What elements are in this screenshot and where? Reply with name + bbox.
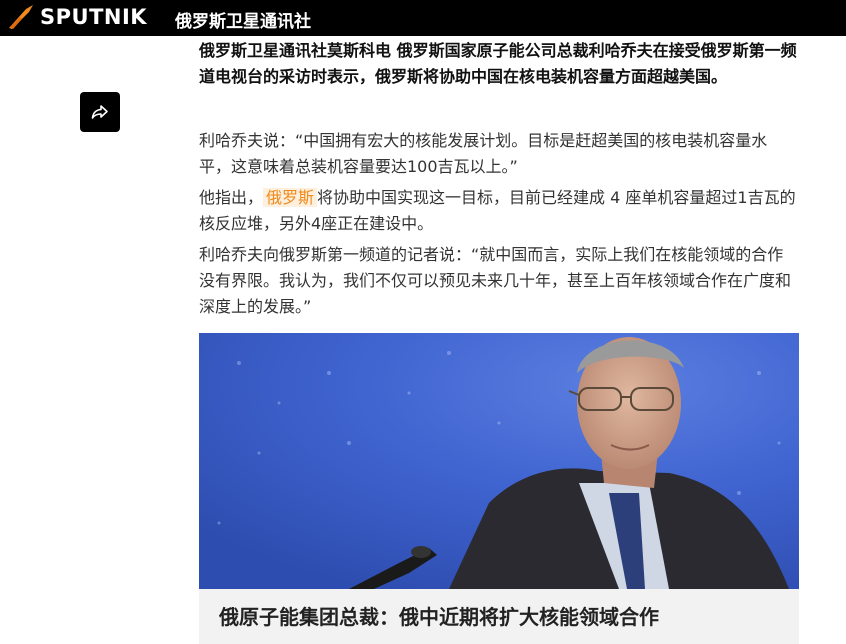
related-article-card[interactable]: 俄原子能集团总裁：俄中近期将扩大核能领域合作: [199, 333, 799, 644]
top-bar: SPUTNIK 俄罗斯卫星通讯社: [0, 0, 846, 36]
paragraph-quote-1: 利哈乔夫说：“中国拥有宏大的核能发展计划。目标是赶超美国的核电装机容量水平，这意…: [199, 131, 768, 176]
paragraph-2-text-start: 他指出，: [199, 188, 264, 207]
share-button[interactable]: [80, 92, 120, 132]
related-article-photo[interactable]: [199, 333, 799, 589]
paragraph-2: 他指出， 俄罗斯 将协助中国实现这一目标，目前已经建成 4 座单机容量超过1吉瓦的核…: [199, 185, 799, 237]
article-lead: 俄罗斯卫星通讯社莫斯科电 俄罗斯国家原子能公司总裁利哈乔夫在接受俄罗斯第一频道电…: [199, 41, 797, 86]
share-icon: [91, 105, 108, 119]
sputnik-logo-icon[interactable]: [6, 3, 36, 31]
article-body: 俄罗斯卫星通讯社莫斯科电 俄罗斯国家原子能公司总裁利哈乔夫在接受俄罗斯第一频道电…: [199, 36, 799, 90]
related-article-title[interactable]: 俄原子能集团总裁：俄中近期将扩大核能领域合作: [219, 601, 659, 630]
brand-logo-text[interactable]: SPUTNIK: [40, 5, 147, 29]
paragraph-quote-2: 利哈乔夫向俄罗斯第一频道的记者说：“就中国而言，实际上我们在核能领域的合作没有界…: [199, 245, 792, 316]
russia-tag-link[interactable]: 俄罗斯: [263, 188, 318, 207]
site-name[interactable]: 俄罗斯卫星通讯社: [175, 7, 311, 32]
